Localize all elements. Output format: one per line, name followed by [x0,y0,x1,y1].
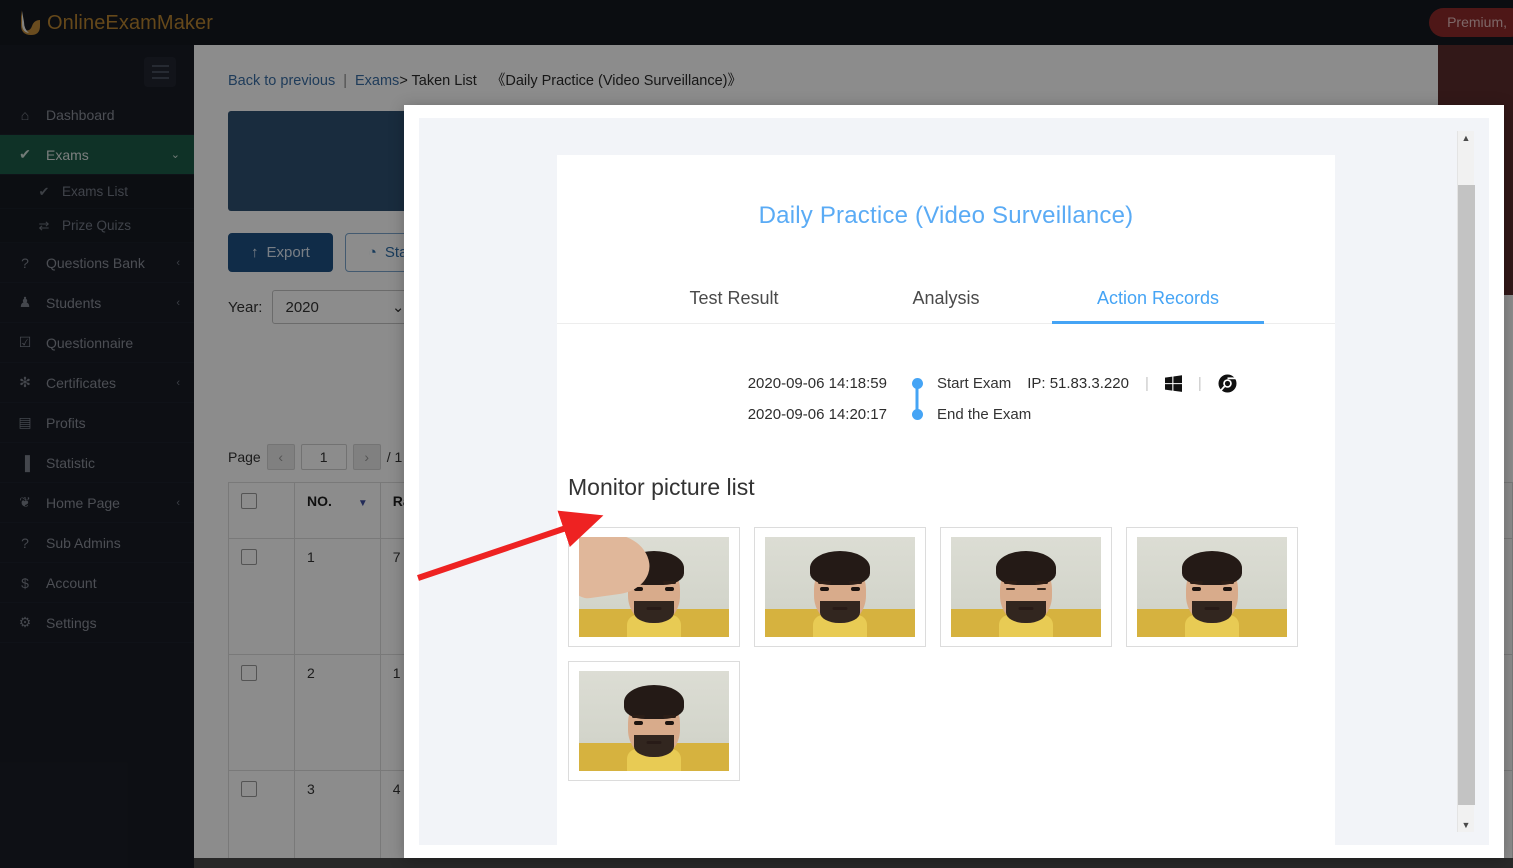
timeline-entry: 2020-09-06 14:20:17 End the Exam [727,399,1335,430]
timeline-marker [905,409,929,420]
timeline-entry: 2020-09-06 14:18:59 Start Exam IP: 51.83… [727,368,1335,419]
scroll-down-icon[interactable]: ▼ [1462,818,1471,832]
chrome-icon [1218,374,1237,393]
monitor-picture-grid [568,527,1316,781]
monitor-photo-4[interactable] [1126,527,1298,647]
timeline-divider: | [1197,375,1202,392]
timeline-detail: Start Exam IP: 51.83.3.220 | | [929,374,1237,393]
webcam-snapshot-image [579,537,729,637]
action-timeline: 2020-09-06 14:18:59 Start Exam IP: 51.83… [557,368,1335,430]
monitor-photo-5[interactable] [568,661,740,781]
scroll-up-icon[interactable]: ▲ [1462,131,1471,145]
webcam-snapshot-image [765,537,915,637]
modal-tabs: Test Result Analysis Action Records [557,280,1335,324]
webcam-snapshot-image [1137,537,1287,637]
timeline-dot-icon [911,409,923,420]
timeline-divider: | [1144,375,1149,392]
tab-test-result[interactable]: Test Result [628,280,840,323]
modal-scroll-area: Daily Practice (Video Surveillance) Test… [419,118,1489,845]
monitor-photo-3[interactable] [940,527,1112,647]
exam-detail-card: Daily Practice (Video Surveillance) Test… [557,155,1335,845]
modal-title: Daily Practice (Video Surveillance) [758,202,1134,229]
scrollbar-thumb[interactable] [1458,185,1475,805]
timeline-dot-icon [911,378,923,389]
timeline-ip-label: IP: 51.83.3.220 [1027,375,1129,392]
tab-action-records[interactable]: Action Records [1052,280,1264,324]
action-records-modal: Daily Practice (Video Surveillance) Test… [404,105,1504,858]
timeline-timestamp: 2020-09-06 14:18:59 [747,375,887,392]
windows-icon [1164,375,1182,392]
scrollbar-track[interactable] [1458,147,1475,816]
timeline-timestamp: 2020-09-06 14:20:17 [747,406,887,423]
monitor-photo-2[interactable] [754,527,926,647]
monitor-picture-list-title: Monitor picture list [568,474,755,500]
modal-scrollbar[interactable]: ▲ ▼ [1457,131,1475,832]
tab-analysis[interactable]: Analysis [840,280,1052,323]
monitor-photo-1[interactable] [568,527,740,647]
webcam-snapshot-image [579,671,729,771]
webcam-snapshot-image [951,537,1101,637]
timeline-detail: End the Exam [929,406,1031,423]
page-root: Back to previous | Exams> Taken List 《Daily… [0,0,1513,868]
timeline-marker [905,378,929,419]
timeline-action-label: Start Exam [937,375,1012,392]
timeline-action-label: End the Exam [937,406,1032,423]
